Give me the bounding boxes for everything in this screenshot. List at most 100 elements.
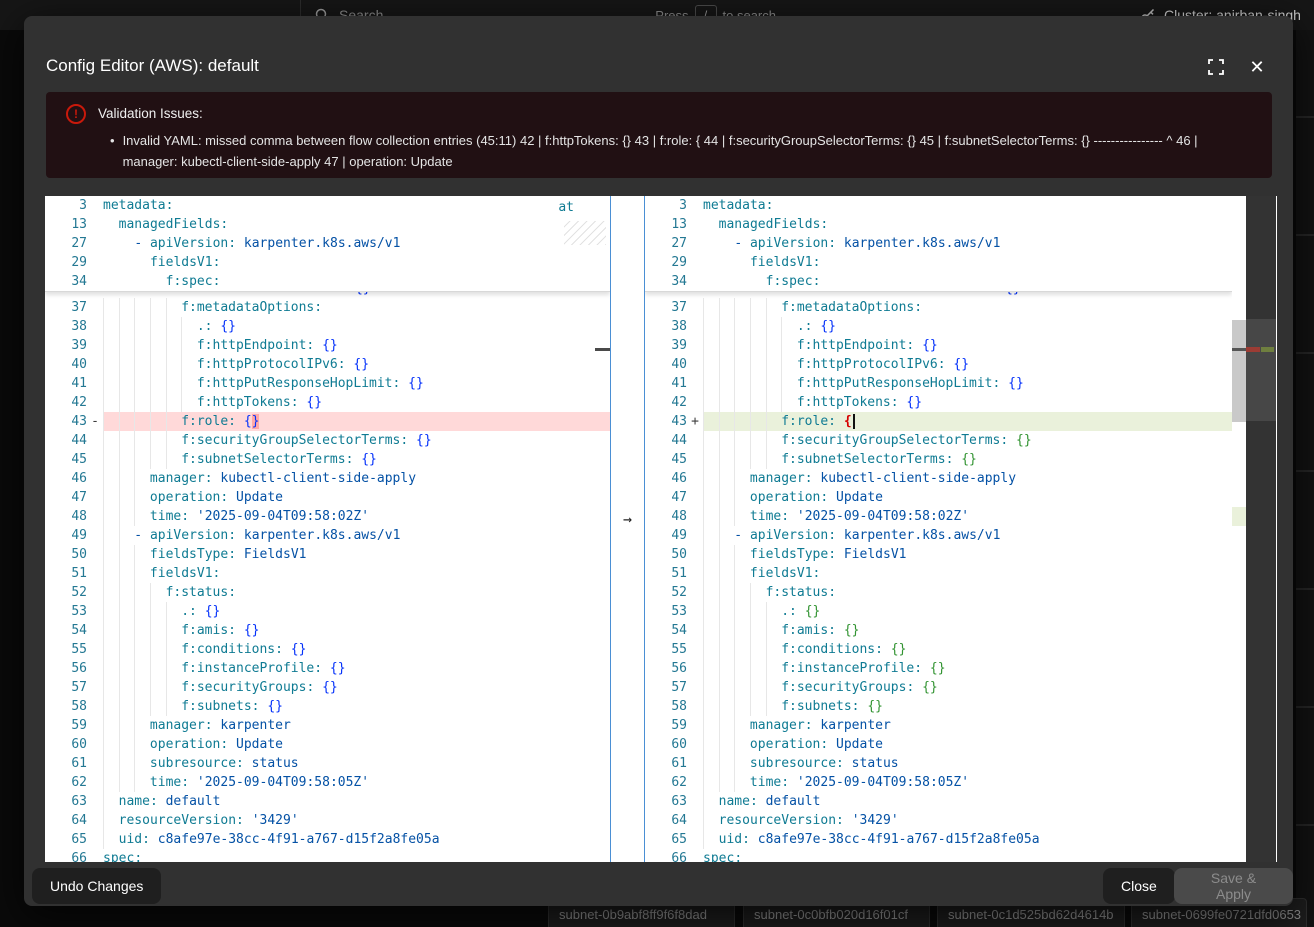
code-lines-left: 37f:metadataOptions:38.: {}39f:httpEndpo… <box>45 298 610 862</box>
code-line: 37f:metadataOptions: <box>45 298 610 317</box>
code-line: 55f:conditions: {} <box>645 640 1232 659</box>
code-line: 38.: {} <box>645 317 1232 336</box>
code-line: 46manager: kubectl-client-side-apply <box>645 469 1232 488</box>
code-line: 38.: {} <box>45 317 610 336</box>
yaml-diff-editor: 3metadata:13 managedFields:27 - apiVersi… <box>45 196 1277 862</box>
diff-overview-ruler <box>1246 196 1276 862</box>
background-table-rows <box>1296 0 1314 927</box>
code-lines-right: 37f:metadataOptions:38.: {}39f:httpEndpo… <box>645 298 1232 862</box>
code-line: 47operation: Update <box>45 488 610 507</box>
clipped-line-artifact: {} <box>45 292 610 298</box>
code-line: 13 managedFields: <box>45 215 610 234</box>
validation-banner-title: Validation Issues: <box>98 106 203 121</box>
page-background: Search Press / to search Cluster: anirba… <box>0 0 1314 927</box>
sticky-scroll-right: 3metadata:13 managedFields:27 - apiVersi… <box>645 196 1232 292</box>
code-line: 13 managedFields: <box>645 215 1232 234</box>
code-line: 3metadata: <box>645 196 1232 215</box>
code-line: 56f:instanceProfile: {} <box>645 659 1232 678</box>
close-button[interactable]: Close <box>1103 868 1175 904</box>
code-line: 45f:subnetSelectorTerms: {} <box>45 450 610 469</box>
clipped-text-artifact: at <box>558 198 574 217</box>
sticky-scroll-left: 3metadata:13 managedFields:27 - apiVersi… <box>45 196 610 292</box>
code-line: 49- apiVersion: karpenter.k8s.aws/v1 <box>645 526 1232 545</box>
code-line: 62time: '2025-09-04T09:58:05Z' <box>645 773 1232 792</box>
fullscreen-icon[interactable] <box>1205 56 1227 78</box>
overview-change-mark <box>595 348 610 351</box>
code-line: 3metadata: <box>45 196 610 215</box>
overview-deleted-mark <box>1246 347 1260 352</box>
code-line: 52f:status: <box>645 583 1232 602</box>
code-line: 51fieldsV1: <box>645 564 1232 583</box>
code-line: 48time: '2025-09-04T09:58:02Z' <box>45 507 610 526</box>
validation-message: Invalid YAML: missed comma between flow … <box>110 130 1256 172</box>
code-line: 42f:httpTokens: {} <box>45 393 610 412</box>
code-line: 43+f:role: { <box>645 412 1232 431</box>
code-line: 56f:instanceProfile: {} <box>45 659 610 678</box>
code-line: 53.: {} <box>45 602 610 621</box>
code-line: 52f:status: <box>45 583 610 602</box>
code-line: 54f:amis: {} <box>45 621 610 640</box>
diff-hatch-pattern <box>564 221 606 245</box>
modal-title: Config Editor (AWS): default <box>46 56 259 76</box>
code-line: 59manager: karpenter <box>45 716 610 735</box>
code-line: 61subresource: status <box>45 754 610 773</box>
code-line: 62time: '2025-09-04T09:58:05Z' <box>45 773 610 792</box>
code-line: 34 f:spec: <box>645 272 1232 291</box>
code-line: 63name: default <box>45 792 610 811</box>
code-line: 45f:subnetSelectorTerms: {} <box>645 450 1232 469</box>
code-line: 58f:subnets: {} <box>645 697 1232 716</box>
code-line: 47operation: Update <box>645 488 1232 507</box>
code-line: 64resourceVersion: '3429' <box>45 811 610 830</box>
code-line: 39f:httpEndpoint: {} <box>645 336 1232 355</box>
scrollbar-change-mark <box>1232 348 1246 351</box>
code-line: 41f:httpPutResponseHopLimit: {} <box>45 374 610 393</box>
undo-changes-button[interactable]: Undo Changes <box>32 868 161 904</box>
code-line: 54f:amis: {} <box>645 621 1232 640</box>
code-line: 42f:httpTokens: {} <box>645 393 1232 412</box>
code-line: 53.: {} <box>645 602 1232 621</box>
code-line: 43-f:role: {} <box>45 412 610 431</box>
code-line: 55f:conditions: {} <box>45 640 610 659</box>
code-line: 60operation: Update <box>645 735 1232 754</box>
revert-change-arrow-icon[interactable]: → <box>611 510 644 529</box>
config-editor-modal: Config Editor (AWS): default ✕ ! Validat… <box>24 16 1293 906</box>
code-line: 44f:securityGroupSelectorTerms: {} <box>645 431 1232 450</box>
save-apply-button[interactable]: Save & Apply <box>1174 868 1293 904</box>
code-line: 37f:metadataOptions: <box>645 298 1232 317</box>
editor-scrollbar <box>1232 196 1246 862</box>
code-line: 65uid: c8afe97e-38cc-4f91-a767-d15f2a8fe… <box>45 830 610 849</box>
validation-banner: ! Validation Issues: Invalid YAML: misse… <box>46 92 1272 178</box>
code-line: 61subresource: status <box>645 754 1232 773</box>
code-line: 57f:securityGroups: {} <box>645 678 1232 697</box>
code-line: 51fieldsV1: <box>45 564 610 583</box>
code-line: 64resourceVersion: '3429' <box>645 811 1232 830</box>
code-line: 50fieldsType: FieldsV1 <box>645 545 1232 564</box>
code-line: 27 - apiVersion: karpenter.k8s.aws/v1 <box>645 234 1232 253</box>
code-line: 41f:httpPutResponseHopLimit: {} <box>645 374 1232 393</box>
code-line: 44f:securityGroupSelectorTerms: {} <box>45 431 610 450</box>
close-icon[interactable]: ✕ <box>1246 56 1268 78</box>
code-line: 46manager: kubectl-client-side-apply <box>45 469 610 488</box>
code-line: 34 f:spec: <box>45 272 610 291</box>
alert-icon: ! <box>66 104 86 124</box>
code-line: 66spec: <box>645 849 1232 862</box>
scrollbar-slider[interactable] <box>1232 320 1246 422</box>
inserted-row-extension <box>1232 507 1246 526</box>
diff-modified-pane[interactable]: 3metadata:13 managedFields:27 - apiVersi… <box>645 196 1232 862</box>
code-line: 66spec: <box>45 849 610 862</box>
code-line: 57f:securityGroups: {} <box>45 678 610 697</box>
code-line: 29 fieldsV1: <box>45 253 610 272</box>
diff-gutter-strip: → <box>610 196 645 862</box>
code-line: 63name: default <box>645 792 1232 811</box>
code-line: 27 - apiVersion: karpenter.k8s.aws/v1 <box>45 234 610 253</box>
code-line: 49- apiVersion: karpenter.k8s.aws/v1 <box>45 526 610 545</box>
code-line: 40f:httpProtocolIPv6: {} <box>45 355 610 374</box>
code-line: 40f:httpProtocolIPv6: {} <box>645 355 1232 374</box>
code-line: 39f:httpEndpoint: {} <box>45 336 610 355</box>
overview-slider[interactable] <box>1246 319 1276 421</box>
diff-original-pane[interactable]: 3metadata:13 managedFields:27 - apiVersi… <box>45 196 610 862</box>
overview-inserted-mark <box>1261 347 1274 352</box>
code-line: 50fieldsType: FieldsV1 <box>45 545 610 564</box>
code-line: 58f:subnets: {} <box>45 697 610 716</box>
clipped-line-artifact: {} <box>645 292 1232 298</box>
